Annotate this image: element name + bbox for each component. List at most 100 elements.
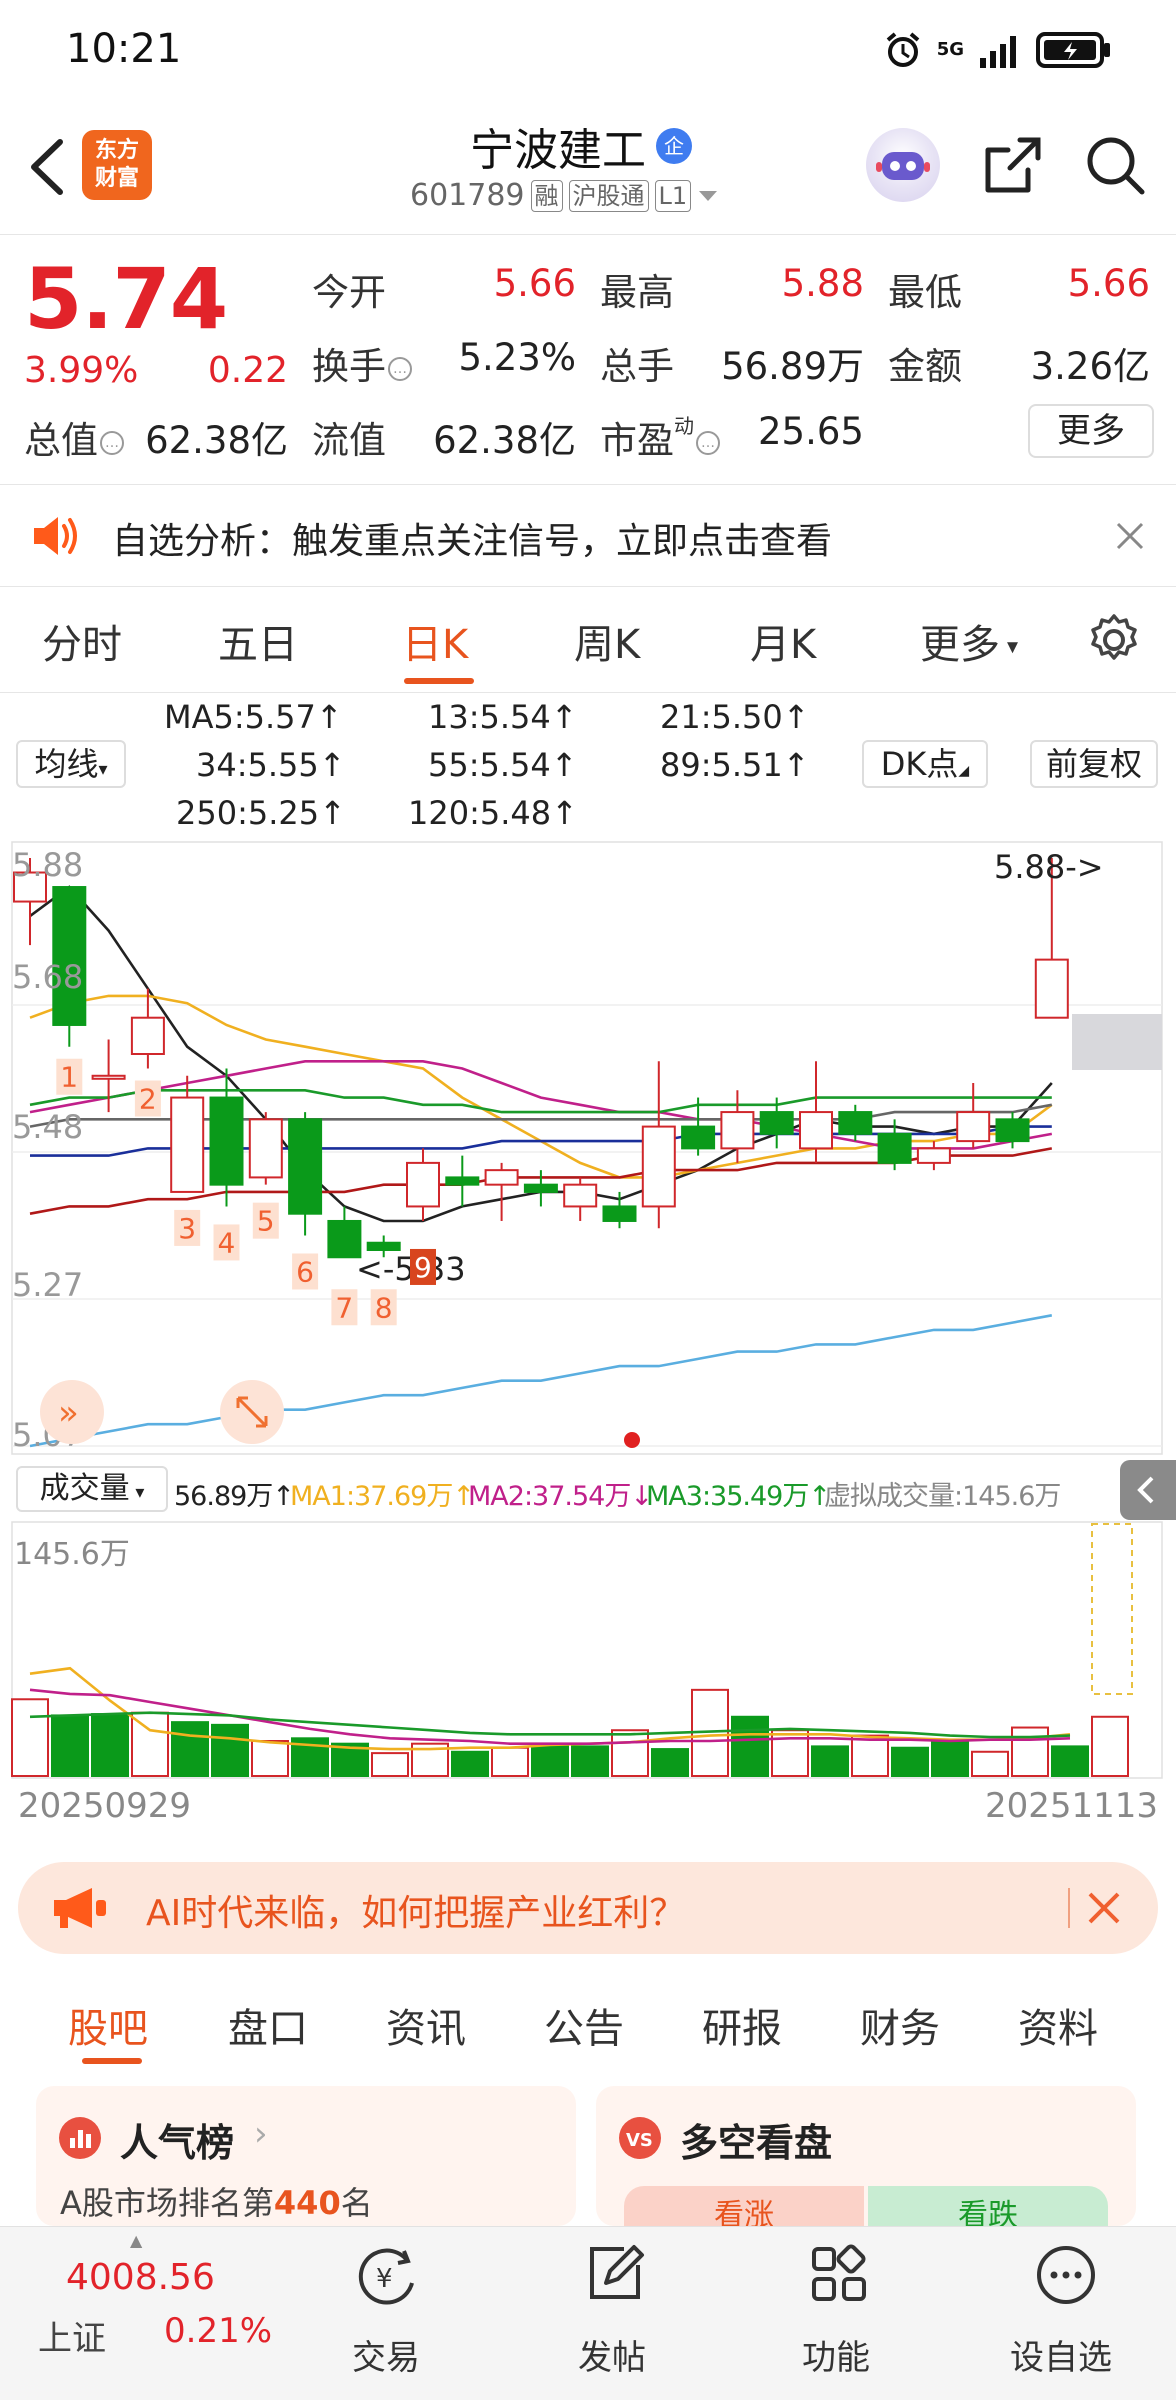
divider (0, 484, 1176, 485)
tab-research[interactable]: 研报 (702, 1996, 782, 2054)
status-bar: 10:21 5G (0, 0, 1176, 100)
sequence-number: 1 (60, 1061, 78, 1094)
enterprise-badge: 企 (656, 128, 692, 164)
ad-banner[interactable]: AI时代来临，如何把握产业红利？ (18, 1862, 1158, 1954)
nav-trade[interactable]: 交易 (352, 2330, 420, 2379)
tab-daily-k[interactable]: 日K (402, 612, 468, 670)
ma89-legend: 89:5.51↑ (660, 746, 810, 784)
indicator-selector-label: 成交量 (39, 1471, 130, 1506)
volume-max-label: 145.6万 (14, 1537, 130, 1572)
info-icon: … (100, 430, 124, 455)
info-icon: … (696, 430, 720, 455)
bull-bear-card[interactable]: VS 多空看盘 看涨 看跌 (596, 2086, 1136, 2226)
share-icon[interactable] (980, 132, 1046, 198)
popularity-card[interactable]: 人气榜 › A股市场排名第440名 (36, 2086, 576, 2226)
candle-down (602, 1205, 637, 1222)
volume-bar-up (491, 1746, 529, 1778)
caret-down-icon: ▾ (129, 1482, 145, 1503)
adjust-selector[interactable]: 前复权 (1030, 740, 1158, 788)
eastmoney-logo: 东方财富 (82, 130, 152, 200)
max-price-marker: 5.88-> (994, 848, 1104, 886)
open-label: 今开 (312, 271, 386, 314)
close-icon[interactable] (1114, 520, 1146, 552)
pe-label-text: 市盈 (600, 419, 674, 462)
sequence-number: 7 (335, 1291, 353, 1324)
chevron-right-icon: › (254, 2114, 268, 2154)
close-icon[interactable] (1086, 1890, 1122, 1926)
turnover-label[interactable]: 换手… (312, 336, 412, 390)
signal-icon (980, 36, 1016, 68)
tab-news[interactable]: 资讯 (386, 1996, 466, 2054)
tab-monthly-k[interactable]: 月K (750, 612, 816, 670)
volume-bar-down (211, 1723, 249, 1778)
tab-announcements[interactable]: 公告 (544, 1996, 624, 2054)
rank-number: 440 (273, 2184, 341, 2222)
ma55-legend: 55:5.54↑ (428, 746, 578, 784)
ma250-legend: 250:5.25↑ (176, 794, 346, 832)
y-label-3: 5.48 (12, 1108, 83, 1146)
end-date: 20251113 (984, 1786, 1158, 1826)
notice-text: 自选分析：触发重点关注信号，立即点击查看 (112, 521, 833, 562)
pe-label[interactable]: 市盈动… (600, 410, 720, 464)
dk-point-selector[interactable]: DK点◢ (862, 740, 988, 788)
volume-bar-down (91, 1713, 129, 1777)
volume-bar-up (11, 1698, 49, 1777)
bearish-button[interactable]: 看跌 (868, 2186, 1108, 2226)
ad-divider (1068, 1888, 1070, 1928)
tab-five-day[interactable]: 五日 (218, 612, 298, 670)
rank-text: A股市场排名第440名 (60, 2178, 373, 2224)
logo-text: 东方财富 (94, 138, 139, 191)
nav-functions[interactable]: 功能 (802, 2330, 870, 2379)
divider (0, 586, 1176, 587)
bullish-button[interactable]: 看涨 (624, 2186, 864, 2226)
collapse-panel-button[interactable] (1120, 1460, 1176, 1520)
volume-bar-up (851, 1734, 889, 1778)
more-stats-button[interactable]: 更多 (1028, 404, 1154, 458)
volume-bar-down (1051, 1745, 1089, 1777)
notice-bar[interactable]: 自选分析：触发重点关注信号，立即点击查看 (0, 486, 1176, 586)
settings-gear-icon[interactable] (1086, 612, 1142, 668)
sequence-number: 3 (178, 1212, 196, 1245)
market-cap-label[interactable]: 总值… (24, 410, 124, 464)
candle-down (523, 1183, 558, 1193)
search-icon[interactable] (1082, 132, 1148, 198)
bar-chart-icon (59, 2117, 101, 2159)
nav-add-watchlist[interactable]: 设自选 (1010, 2330, 1112, 2379)
alarm-icon (886, 32, 919, 67)
kline-chart[interactable]: 5.88 5.68 5.48 5.27 5.07 5.88-> <-5.33 1… (0, 840, 1176, 1460)
tab-guba[interactable]: 股吧 (68, 1996, 148, 2054)
change-percent: 3.99% (24, 350, 139, 391)
tab-finance[interactable]: 财务 (860, 1996, 940, 2054)
volume-bar-down (531, 1745, 569, 1777)
bullish-label: 看涨 (714, 2198, 774, 2226)
index-name: 上证 (38, 2319, 106, 2359)
tab-weekly-k[interactable]: 周K (574, 612, 640, 670)
tab-profile[interactable]: 资料 (1018, 1996, 1098, 2054)
candle-up (916, 1147, 951, 1164)
market-cap-label-text: 总值 (24, 419, 98, 462)
live-dot (624, 1432, 640, 1448)
back-arrow-icon[interactable] (22, 134, 72, 200)
market-cap-value: 62.38亿 (145, 419, 288, 462)
volume-value: 56.89万↑ (174, 1481, 295, 1512)
index-value[interactable]: 4008.56 (66, 2257, 215, 2298)
tag-level: L1 (654, 179, 692, 212)
volume-chart[interactable]: 145.6万 (0, 1520, 1176, 1780)
nav-post[interactable]: 发帖 (578, 2330, 646, 2379)
tab-intraday[interactable]: 分时 (42, 612, 122, 670)
stock-subtitle[interactable]: 601789 融 沪股通 L1 (410, 178, 719, 213)
volume-bar-up (971, 1750, 1009, 1777)
turnover-value: 5.23% (458, 336, 576, 379)
ai-assistant-avatar[interactable] (866, 128, 940, 202)
indicator-selector[interactable]: 成交量 ▾ (16, 1466, 168, 1512)
megaphone-icon (54, 1888, 106, 1928)
bull-bear-title: 多空看盘 (680, 2121, 833, 2165)
tab-more[interactable]: 更多 ▾ (920, 612, 1018, 670)
price-range-highlight (1072, 1014, 1162, 1070)
tab-order-book[interactable]: 盘口 (228, 1996, 308, 2054)
candle-down (838, 1111, 873, 1135)
ma13-legend: 13:5.54↑ (428, 698, 578, 736)
ma-selector[interactable]: 均线▾ (16, 740, 126, 788)
volume-bar-down (51, 1714, 89, 1778)
amount-label: 金额 (888, 345, 962, 388)
